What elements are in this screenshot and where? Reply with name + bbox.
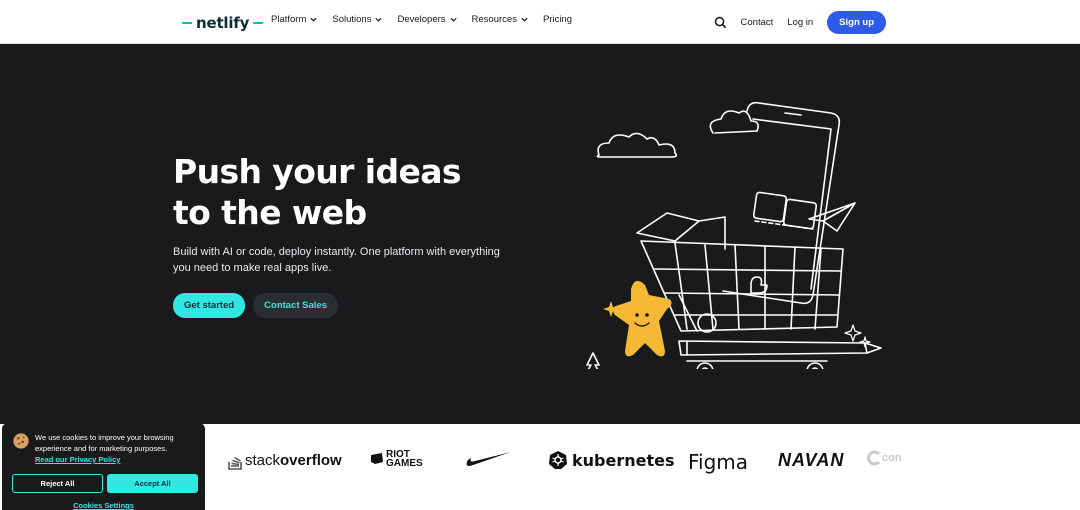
nav-label: Pricing	[542, 14, 572, 25]
nav-label: Resources	[471, 14, 517, 25]
reject-all-button[interactable]: Reject All	[12, 474, 103, 493]
hero-section: Push your ideas to the web Build with AI…	[0, 44, 1080, 424]
tree-icon	[586, 352, 600, 369]
riot-text: RIOT GAMES	[386, 450, 423, 469]
chevron-down-icon	[310, 17, 317, 22]
header-actions: Contact Log in Sign up	[714, 11, 886, 34]
nav-solutions[interactable]: Solutions	[332, 14, 383, 25]
riot-fist-icon	[371, 453, 383, 464]
hero-illustration	[586, 101, 882, 369]
search-icon[interactable]	[714, 16, 727, 29]
netlify-logo[interactable]: netlify	[182, 10, 264, 36]
logo-text: netlify	[196, 14, 250, 32]
cloud-right-icon	[709, 110, 759, 134]
kubernetes-text: kubernetes	[572, 450, 675, 470]
kubernetes-helm-icon	[549, 451, 567, 469]
navan-logo: NAVAN	[778, 450, 844, 471]
nike-swoosh-icon	[466, 452, 511, 466]
contact-link[interactable]: Contact	[741, 17, 774, 28]
nike-logo	[465, 450, 511, 468]
logo-left-line	[182, 22, 192, 24]
nav-label: Developers	[397, 14, 446, 25]
nav-pricing[interactable]: Pricing	[543, 14, 572, 25]
chevron-down-icon	[449, 17, 457, 22]
main-nav: Platform Solutions Developers Resources …	[271, 14, 572, 25]
chevron-down-icon	[521, 17, 528, 22]
hero-title: Push your ideas to the web	[173, 151, 533, 233]
nav-resources[interactable]: Resources	[472, 14, 529, 25]
signup-button[interactable]: Sign up	[827, 11, 886, 34]
accept-all-button[interactable]: Accept All	[107, 474, 198, 493]
figma-text: Figma	[688, 450, 749, 474]
site-header: netlify Platform Solutions Developers Re…	[0, 0, 1080, 44]
cookie-icon	[13, 433, 29, 449]
privacy-policy-link[interactable]: Read our Privacy Policy	[35, 454, 200, 465]
cookie-banner: We use cookies to improve your browsing …	[2, 423, 205, 510]
logo-right-line	[253, 22, 264, 24]
get-started-button[interactable]: Get started	[173, 293, 246, 318]
mascot-character	[612, 280, 672, 357]
nav-developers[interactable]: Developers	[397, 14, 457, 25]
shopping-cart-icon	[640, 240, 844, 332]
hero-title-line2: to the web	[173, 193, 367, 232]
partial-logo-text: con	[882, 452, 902, 464]
login-link[interactable]: Log in	[787, 17, 813, 28]
sparkle-icon	[844, 324, 862, 342]
partial-logo: con	[866, 450, 902, 466]
cookie-message: We use cookies to improve your browsing …	[35, 433, 174, 453]
stackoverflow-icon	[228, 456, 242, 470]
cookies-settings-link[interactable]: Cookies Settings	[2, 501, 205, 510]
contact-sales-button[interactable]: Contact Sales	[253, 293, 338, 318]
figma-logo: Figma	[688, 450, 748, 474]
nav-platform[interactable]: Platform	[271, 14, 318, 25]
stackoverflow-text-a: stack	[245, 451, 281, 469]
stackoverflow-logo: stack overflow	[227, 450, 342, 470]
kubernetes-logo: kubernetes	[548, 450, 675, 470]
riot-games-logo: RIOT GAMES	[370, 450, 423, 469]
hero-subtitle: Build with AI or code, deploy instantly.…	[173, 246, 500, 274]
chevron-down-icon	[375, 17, 383, 22]
nav-label: Solutions	[332, 14, 372, 25]
navan-text: NAVAN	[778, 450, 845, 470]
cloud-left-icon	[596, 132, 678, 158]
stackoverflow-text-b: overflow	[280, 451, 342, 469]
hero-cta-row: Get started Contact Sales	[173, 293, 338, 318]
partial-logo-icon	[867, 450, 881, 466]
riot-text-b: GAMES	[386, 458, 423, 469]
cookie-text-block: We use cookies to improve your browsing …	[35, 432, 200, 465]
hero-title-line1: Push your ideas	[173, 152, 462, 191]
nav-label: Platform	[271, 14, 307, 25]
